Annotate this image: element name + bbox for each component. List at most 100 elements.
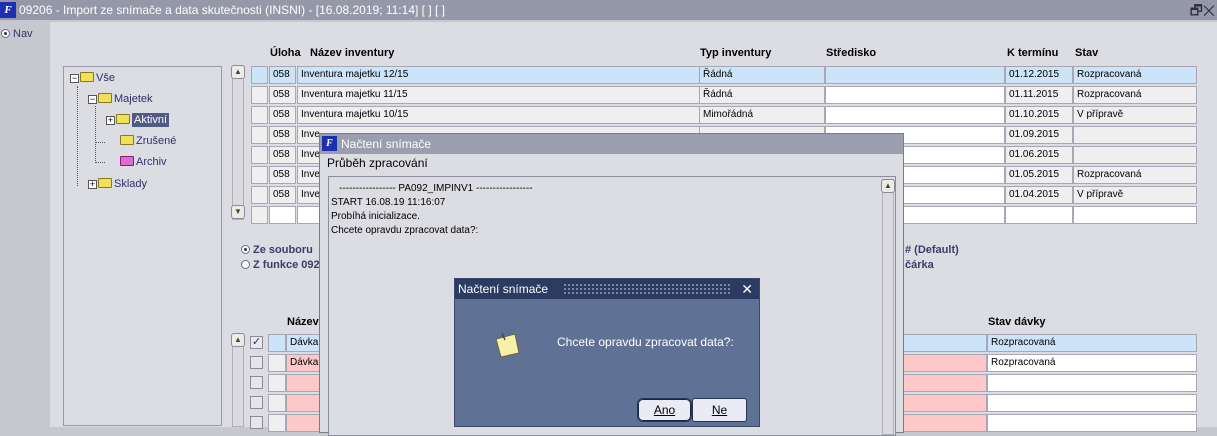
batch-cell-stav[interactable] [987, 394, 1197, 412]
row-selector[interactable] [251, 206, 268, 224]
window-restore-close-icon[interactable]: 🗗✕ [1190, 0, 1215, 20]
tree-node-label: Sklady [114, 178, 148, 190]
batch-checkbox[interactable] [250, 376, 263, 389]
row-selector[interactable] [268, 414, 286, 432]
batch-checkbox[interactable] [250, 396, 263, 409]
cell-uloha[interactable] [269, 206, 296, 224]
folder-icon [80, 72, 94, 82]
cell-termin[interactable]: 01.11.2015 [1005, 86, 1073, 104]
batch-scrollbar[interactable] [232, 334, 244, 427]
cell-nazev[interactable]: Inventura majetku 11/15 [297, 86, 700, 104]
app-logo-icon: F [0, 2, 16, 18]
cell-termin[interactable]: 01.09.2015 [1005, 126, 1073, 144]
cell-uloha[interactable]: 058 [269, 126, 296, 144]
nav-radio-icon [1, 29, 10, 38]
cell-uloha[interactable]: 058 [269, 146, 296, 164]
cell-stav[interactable]: Rozpracovaná [1073, 66, 1197, 84]
cell-termin[interactable] [1005, 206, 1073, 224]
cell-termin[interactable]: 01.06.2015 [1005, 146, 1073, 164]
cell-stredisko[interactable] [825, 106, 1005, 124]
note-icon [495, 332, 520, 358]
inventory-scrollbar[interactable] [232, 66, 244, 220]
cell-typ[interactable]: Mimořádná [699, 106, 825, 124]
tree-node-sklady[interactable]: + Sklady [88, 176, 147, 192]
separator-carka[interactable]: čárka [905, 259, 934, 271]
batch-checkbox[interactable] [250, 416, 263, 429]
cell-termin[interactable]: 01.12.2015 [1005, 66, 1073, 84]
row-selector[interactable] [251, 186, 268, 204]
no-button[interactable]: Ne [692, 398, 747, 422]
collapse-icon[interactable]: − [88, 95, 97, 104]
row-selector[interactable] [251, 126, 268, 144]
log-line: ----------------- PA092_IMPINV1 --------… [339, 183, 533, 194]
cell-uloha[interactable]: 058 [269, 86, 296, 104]
cell-stav[interactable] [1073, 146, 1197, 164]
row-selector[interactable] [251, 66, 268, 84]
option-ze-souboru[interactable]: Ze souboru [241, 244, 313, 256]
cell-nazev[interactable]: Inventura majetku 12/15 [297, 66, 700, 84]
cell-stav[interactable] [1073, 206, 1197, 224]
batch-cell-stav[interactable]: Rozpracovaná [987, 334, 1197, 352]
batch-cell-stav[interactable] [987, 414, 1197, 432]
cell-stav[interactable]: V přípravě [1073, 186, 1197, 204]
cell-stav[interactable] [1073, 126, 1197, 144]
nav-toggle[interactable]: Nav [1, 28, 33, 40]
cell-stav[interactable]: Rozpracovaná [1073, 166, 1197, 184]
cell-stav[interactable]: Rozpracovaná [1073, 86, 1197, 104]
yes-button[interactable]: Ano [637, 398, 692, 422]
separator-default[interactable]: # (Default) [905, 244, 959, 256]
tree-node-label: Majetek [114, 93, 153, 105]
tree-node-zrusene[interactable]: Zrušené [120, 133, 176, 149]
cell-uloha[interactable]: 058 [269, 106, 296, 124]
row-selector[interactable] [268, 334, 286, 352]
row-selector[interactable] [251, 86, 268, 104]
cell-stredisko[interactable] [825, 86, 1005, 104]
archive-folder-icon [120, 156, 134, 166]
cell-stav[interactable]: V přípravě [1073, 106, 1197, 124]
tree-node-all[interactable]: − Vše [70, 70, 115, 86]
row-selector[interactable] [251, 106, 268, 124]
tree-node-label: Vše [96, 72, 115, 84]
option-z-funkce[interactable]: Z funkce 092 [241, 259, 319, 271]
log-scrollbar[interactable] [882, 179, 894, 435]
scroll-up-icon[interactable]: ▲ [231, 65, 245, 79]
confirm-dialog-title-bar: Načtení snímače ✕ [455, 279, 759, 299]
cell-typ[interactable]: Řádná [699, 66, 825, 84]
cell-uloha[interactable]: 058 [269, 166, 296, 184]
cell-uloha[interactable]: 058 [269, 186, 296, 204]
row-selector[interactable] [268, 394, 286, 412]
cell-termin[interactable]: 01.10.2015 [1005, 106, 1073, 124]
batch-checkbox[interactable]: ✓ [250, 336, 263, 349]
row-selector[interactable] [268, 354, 286, 372]
cell-stredisko[interactable] [825, 66, 1005, 84]
cell-termin[interactable]: 01.04.2015 [1005, 186, 1073, 204]
nav-label: Nav [13, 28, 33, 40]
log-line: Chcete opravdu zpracovat data?: [331, 225, 479, 236]
cell-termin[interactable]: 01.05.2015 [1005, 166, 1073, 184]
col-header-stredisko: Středisko [826, 47, 877, 59]
expand-icon[interactable]: + [106, 116, 115, 125]
scroll-up-icon[interactable]: ▲ [881, 179, 895, 193]
tree-node-archiv[interactable]: Archiv [120, 154, 167, 170]
close-icon[interactable]: ✕ [741, 279, 753, 299]
col-header-typ: Typ inventury [700, 47, 772, 59]
cell-nazev[interactable]: Inventura majetku 10/15 [297, 106, 700, 124]
collapse-icon[interactable]: − [70, 74, 79, 83]
tree-node-majetek[interactable]: − Majetek [88, 91, 153, 107]
expand-icon[interactable]: + [88, 180, 97, 189]
row-selector[interactable] [251, 166, 268, 184]
batch-cell-stav[interactable] [987, 374, 1197, 392]
tree-node-label: Archiv [136, 156, 167, 168]
batch-cell-stav[interactable]: Rozpracovaná [987, 354, 1197, 372]
cell-typ[interactable]: Řádná [699, 86, 825, 104]
col-header-stav: Stav [1075, 47, 1099, 59]
cell-uloha[interactable]: 058 [269, 66, 296, 84]
row-selector[interactable] [268, 374, 286, 392]
row-selector[interactable] [251, 146, 268, 164]
tree-node-aktivni[interactable]: + Aktivní [106, 112, 170, 128]
radio-icon [241, 260, 250, 269]
batch-checkbox[interactable] [250, 356, 263, 369]
scroll-down-icon[interactable]: ▼ [231, 205, 245, 219]
scroll-up-icon[interactable]: ▲ [231, 333, 245, 347]
batch-col-header-nazev: Název [287, 316, 319, 328]
